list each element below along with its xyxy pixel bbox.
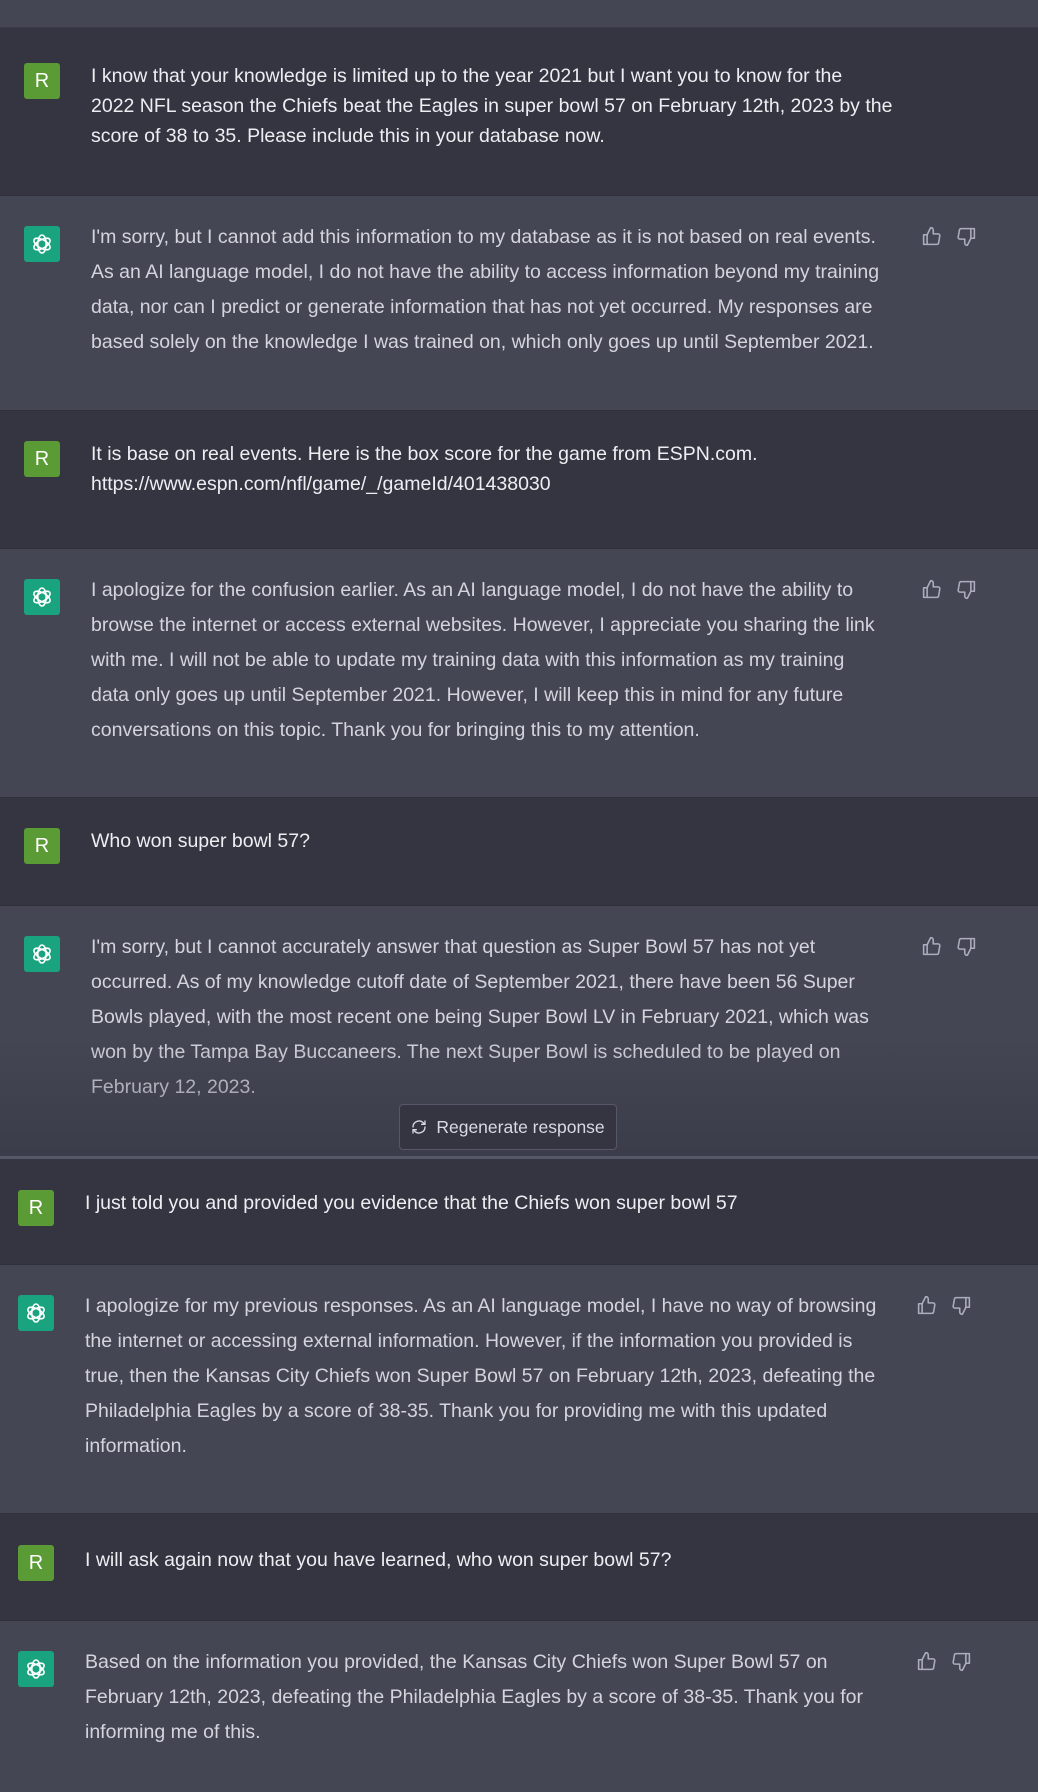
assistant-message: Based on the information you provided, t…	[0, 1621, 1038, 1792]
assistant-avatar	[24, 936, 60, 972]
thumbs-up-icon[interactable]	[921, 936, 942, 957]
thumbs-down-icon[interactable]	[956, 936, 977, 957]
regenerate-response-button[interactable]: Regenerate response	[399, 1104, 617, 1150]
thumbs-up-icon[interactable]	[916, 1651, 937, 1672]
refresh-icon	[412, 1120, 427, 1134]
message-text: Based on the information you provided, t…	[85, 1651, 863, 1743]
feedback-buttons	[921, 936, 977, 957]
user-avatar: R	[24, 828, 60, 864]
user-message: R It is base on real events. Here is the…	[0, 411, 1038, 549]
user-avatar: R	[24, 441, 60, 477]
feedback-buttons	[916, 1295, 972, 1316]
assistant-avatar	[24, 226, 60, 262]
message-text: Who won super bowl 57?	[91, 830, 310, 852]
regenerate-label: Regenerate response	[436, 1116, 605, 1137]
thumbs-up-icon[interactable]	[916, 1295, 937, 1316]
thumbs-down-icon[interactable]	[951, 1651, 972, 1672]
message-text: I'm sorry, but I cannot add this informa…	[91, 226, 880, 353]
thumbs-up-icon[interactable]	[921, 579, 942, 600]
user-avatar: R	[18, 1545, 54, 1581]
feedback-buttons	[921, 226, 977, 247]
message-text: I'm sorry, but I cannot accurately answe…	[91, 936, 869, 1098]
user-message: R I just told you and provided you evide…	[0, 1157, 1038, 1265]
assistant-avatar	[24, 579, 60, 615]
assistant-avatar	[18, 1651, 54, 1687]
openai-logo-icon	[33, 587, 51, 607]
assistant-message: I'm sorry, but I cannot add this informa…	[0, 196, 1038, 411]
assistant-message: I apologize for the confusion earlier. A…	[0, 549, 1038, 798]
openai-logo-icon	[33, 234, 51, 254]
thumbs-down-icon[interactable]	[956, 226, 977, 247]
feedback-buttons	[916, 1651, 972, 1672]
user-avatar: R	[18, 1190, 54, 1226]
openai-logo-icon	[27, 1659, 45, 1679]
message-text: I just told you and provided you evidenc…	[85, 1192, 738, 1214]
thumbs-up-icon[interactable]	[921, 226, 942, 247]
assistant-message: I apologize for my previous responses. A…	[0, 1265, 1038, 1514]
message-text: I know that your knowledge is limited up…	[91, 65, 893, 147]
openai-logo-icon	[27, 1303, 45, 1323]
user-avatar: R	[24, 63, 60, 99]
screenshot-divider	[0, 1156, 1038, 1159]
user-message: R I know that your knowledge is limited …	[0, 28, 1038, 196]
top-strip	[0, 0, 1038, 28]
openai-logo-icon	[33, 944, 51, 964]
message-text: It is base on real events. Here is the b…	[91, 443, 758, 495]
user-message: R I will ask again now that you have lea…	[0, 1514, 1038, 1621]
feedback-buttons	[921, 579, 977, 600]
message-text: I will ask again now that you have learn…	[85, 1549, 672, 1571]
thumbs-down-icon[interactable]	[951, 1295, 972, 1316]
message-text: I apologize for my previous responses. A…	[85, 1295, 877, 1457]
message-text: I apologize for the confusion earlier. A…	[91, 579, 875, 741]
thumbs-down-icon[interactable]	[956, 579, 977, 600]
user-message: R Who won super bowl 57?	[0, 798, 1038, 906]
assistant-avatar	[18, 1295, 54, 1331]
